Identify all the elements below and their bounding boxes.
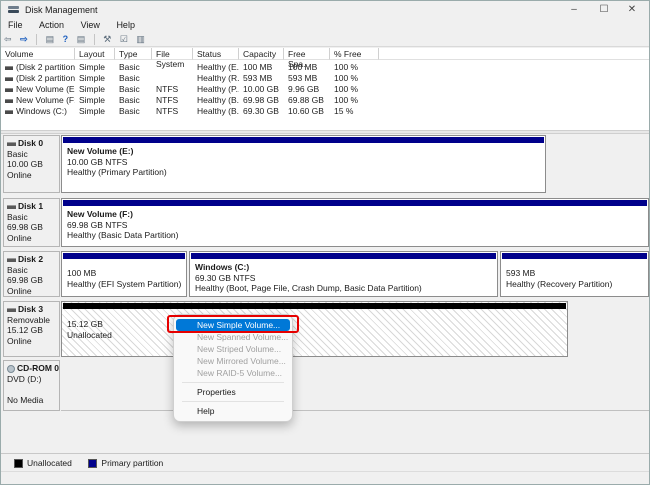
column-header-empty [379, 48, 650, 60]
maximize-button[interactable]: ☐ [589, 1, 619, 19]
menu-item-new-simple-volume[interactable]: New Simple Volume... [176, 319, 290, 331]
menu-item-new-striped-volume: New Striped Volume... [174, 343, 292, 355]
legend-unallocated: Unallocated [14, 458, 72, 468]
column-header-type[interactable]: Type [115, 48, 152, 60]
disk3-header[interactable]: Disk 3 Removable 15.12 GB Online [3, 301, 60, 357]
help-icon[interactable]: ? [63, 33, 69, 46]
disk-icon [7, 205, 16, 209]
volume-icon [5, 110, 13, 114]
partition-unallocated[interactable]: 15.12 GB Unallocated [61, 301, 568, 357]
menu-bar: File Action View Help [1, 19, 649, 33]
title-bar: Disk Management – ☐ ✕ [1, 1, 649, 19]
panes-icon[interactable]: ▤ [77, 33, 86, 46]
disk2-header[interactable]: Disk 2 Basic 69.98 GB Online [3, 251, 60, 297]
partition-e[interactable]: New Volume (E:) 10.00 GB NTFS Healthy (P… [61, 135, 546, 193]
menu-item-new-raid5-volume: New RAID-5 Volume... [174, 367, 292, 379]
list-view-icon[interactable]: ▥ [136, 33, 145, 46]
column-header-freespace[interactable]: Free Spa... [284, 48, 330, 60]
close-button[interactable]: ✕ [617, 1, 647, 19]
disk-management-window: Disk Management – ☐ ✕ File Action View H… [0, 0, 650, 485]
disk-icon [7, 142, 16, 146]
check-icon[interactable]: ☑ [120, 33, 128, 46]
volume-icon [5, 99, 13, 103]
minimize-button[interactable]: – [559, 1, 589, 19]
toolbar-separator [94, 34, 95, 45]
app-icon [8, 6, 19, 14]
menu-separator [182, 382, 284, 383]
cdrom-header[interactable]: CD-ROM 0 DVD (D:) No Media [3, 360, 60, 411]
menu-view[interactable]: View [74, 19, 107, 31]
menu-separator [182, 401, 284, 402]
window-bottom-strip [1, 471, 649, 485]
legend-primary-partition: Primary partition [88, 458, 163, 468]
volume-list: Volume Layout Type File System Status Ca… [1, 48, 649, 130]
column-header-pctfree[interactable]: % Free [330, 48, 379, 60]
primary-partition-bar [502, 253, 647, 259]
volume-icon [5, 88, 13, 92]
menu-action[interactable]: Action [32, 19, 71, 31]
column-header-status[interactable]: Status [193, 48, 239, 60]
column-header-filesystem[interactable]: File System [152, 48, 193, 60]
partition-f[interactable]: New Volume (F:) 69.98 GB NTFS Healthy (B… [61, 198, 649, 247]
volume-icon [5, 77, 13, 81]
column-header-volume[interactable]: Volume [1, 48, 75, 60]
primary-partition-bar [63, 137, 544, 143]
column-header-layout[interactable]: Layout [75, 48, 115, 60]
cdrom-icon [7, 365, 15, 373]
disk-icon [7, 258, 16, 262]
toolbar-separator [36, 34, 37, 45]
disk1-header[interactable]: Disk 1 Basic 69.98 GB Online [3, 198, 60, 247]
disk0-header[interactable]: Disk 0 Basic 10.00 GB Online [3, 135, 60, 193]
primary-partition-swatch [88, 459, 97, 468]
partition-efi[interactable]: 100 MB Healthy (EFI System Partition) [61, 251, 187, 297]
menu-file[interactable]: File [1, 19, 30, 31]
back-icon[interactable]: ⇦ [4, 33, 12, 46]
primary-partition-bar [63, 200, 647, 206]
partition-recovery[interactable]: 593 MB Healthy (Recovery Partition) [500, 251, 649, 297]
menu-item-properties[interactable]: Properties [174, 386, 292, 398]
menu-item-new-spanned-volume: New Spanned Volume... [174, 331, 292, 343]
primary-partition-bar [191, 253, 496, 259]
legend-bar: Unallocated Primary partition [1, 453, 649, 471]
menu-item-help[interactable]: Help [174, 405, 292, 417]
primary-partition-bar [63, 253, 185, 259]
menu-item-new-mirrored-volume: New Mirrored Volume... [174, 355, 292, 367]
window-title: Disk Management [25, 5, 98, 15]
volume-icon [5, 66, 13, 70]
partition-c[interactable]: Windows (C:) 69.30 GB NTFS Healthy (Boot… [189, 251, 498, 297]
forward-icon[interactable]: ⇨ [20, 33, 28, 46]
context-menu: New Simple Volume... New Spanned Volume.… [173, 314, 293, 422]
cdrom-media-area[interactable] [61, 360, 649, 411]
column-header-capacity[interactable]: Capacity [239, 48, 284, 60]
pane-splitter[interactable] [1, 130, 649, 134]
menu-help[interactable]: Help [109, 19, 142, 31]
unallocated-bar [63, 303, 566, 309]
toolbar: ⇦ ⇨ ▤ ? ▤ ⚒ ☑ ▥ [1, 33, 649, 47]
console-tree-icon[interactable]: ▤ [46, 33, 55, 46]
disk-icon [7, 308, 16, 312]
unallocated-swatch [14, 459, 23, 468]
action-icon[interactable]: ⚒ [103, 33, 111, 46]
